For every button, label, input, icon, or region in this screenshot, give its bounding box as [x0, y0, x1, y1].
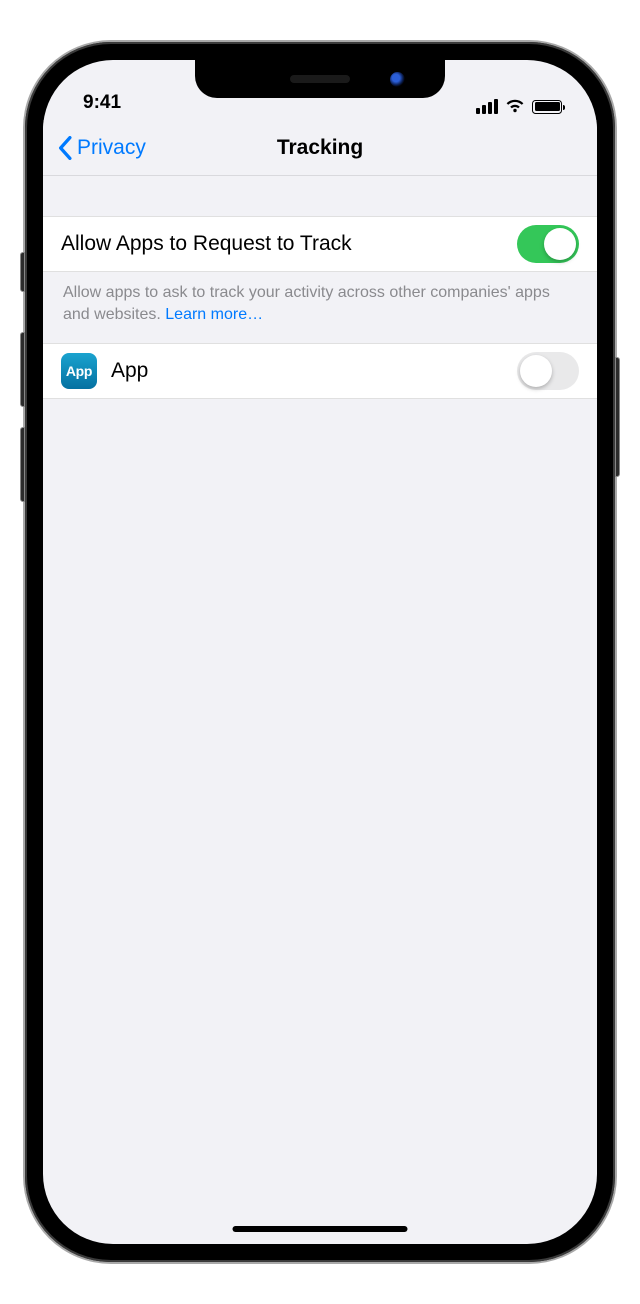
allow-request-to-track-switch[interactable]: [517, 225, 579, 263]
front-camera: [390, 72, 405, 87]
battery-icon: [532, 100, 562, 114]
volume-up-button: [20, 332, 25, 407]
status-icons: [476, 99, 562, 114]
app-icon: App: [61, 353, 97, 389]
speaker-grill: [290, 75, 350, 83]
learn-more-link[interactable]: Learn more…: [165, 306, 263, 323]
page-title: Tracking: [277, 136, 363, 160]
volume-down-button: [20, 427, 25, 502]
chevron-left-icon: [57, 136, 73, 160]
footer-description: Allow apps to ask to track your activity…: [63, 284, 550, 323]
app-tracking-list: App App: [43, 343, 597, 399]
notch: [195, 60, 445, 98]
status-time: 9:41: [83, 92, 121, 114]
nav-bar: Privacy Tracking: [43, 120, 597, 176]
cellular-signal-icon: [476, 99, 498, 114]
section-spacer: [43, 176, 597, 216]
app-row: App App: [43, 343, 597, 399]
iphone-device-frame: 9:41 Privacy Tracking Allow: [25, 42, 615, 1262]
home-indicator[interactable]: [233, 1226, 408, 1232]
section-footer: Allow apps to ask to track your activity…: [43, 272, 597, 343]
allow-request-to-track-row: Allow Apps to Request to Track: [43, 216, 597, 272]
back-label: Privacy: [77, 136, 146, 160]
side-button: [615, 357, 620, 477]
back-button[interactable]: Privacy: [57, 136, 146, 160]
allow-request-to-track-label: Allow Apps to Request to Track: [61, 232, 517, 256]
screen: 9:41 Privacy Tracking Allow: [43, 60, 597, 1244]
wifi-icon: [505, 99, 525, 114]
silence-switch: [20, 252, 25, 292]
app-name-label: App: [111, 359, 517, 383]
app-tracking-switch[interactable]: [517, 352, 579, 390]
